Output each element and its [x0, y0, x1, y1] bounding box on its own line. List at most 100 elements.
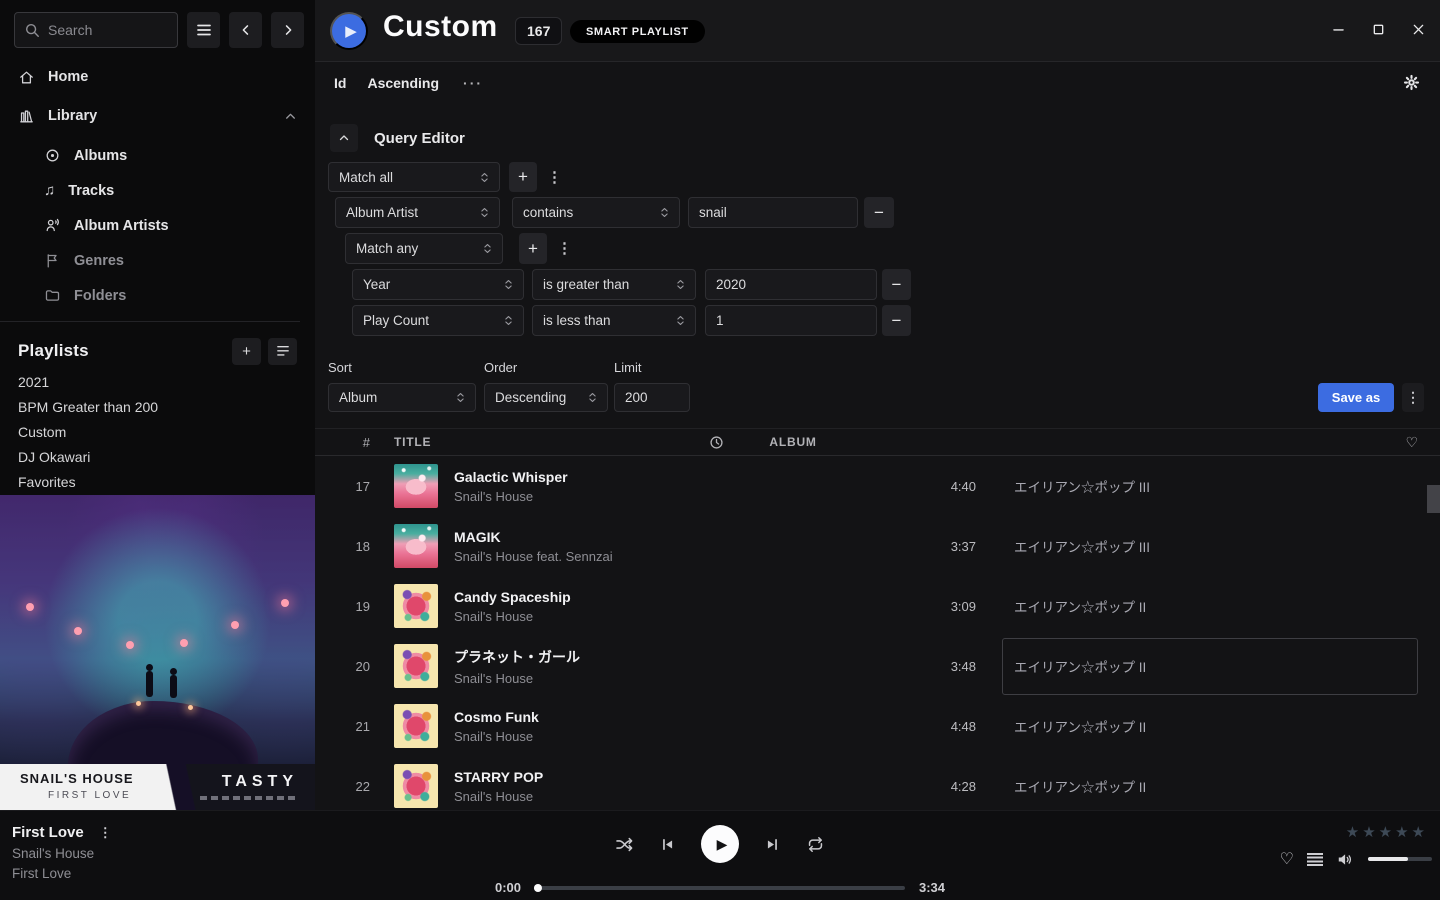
rule-operator-select[interactable]: is less than — [532, 305, 696, 336]
previous-track-button[interactable] — [659, 836, 676, 853]
rule-field-select[interactable]: Album Artist — [335, 197, 500, 228]
group-match-type-select[interactable]: Match any — [345, 233, 503, 264]
sidebar-item-albums[interactable]: Albums — [0, 138, 315, 173]
minimize-button[interactable] — [1331, 22, 1346, 37]
progress-knob[interactable] — [534, 884, 542, 892]
remove-rule-button[interactable]: − — [882, 305, 911, 336]
track-album-cell[interactable]: エイリアン☆ポップ III — [1002, 518, 1418, 575]
track-row[interactable]: 19 Candy Spaceship Snail's House 3:09 エイ… — [315, 576, 1440, 636]
star-icon[interactable]: ★ — [1379, 823, 1392, 841]
forward-button[interactable] — [271, 12, 304, 48]
column-header-title[interactable]: TITLE — [394, 435, 431, 449]
play-playlist-button[interactable]: ▶ — [330, 12, 368, 50]
rule-operator-select[interactable]: contains — [512, 197, 680, 228]
limit-input[interactable] — [614, 383, 690, 412]
add-rule-button[interactable]: + — [509, 162, 537, 192]
brand-sub-decoration — [200, 796, 296, 800]
rule-group-menu-button[interactable]: ⋮ — [547, 168, 562, 186]
column-header-duration[interactable] — [662, 435, 732, 450]
rule-field-select[interactable]: Play Count — [352, 305, 524, 336]
column-header-album[interactable]: ALBUM — [758, 435, 1174, 449]
more-options-button[interactable]: ··· — [463, 75, 483, 91]
now-playing-cover-art[interactable]: SNAIL'S HOUSE FIRST LOVE TASTY — [0, 495, 315, 810]
favorite-button[interactable]: ♡ — [1280, 849, 1294, 869]
track-album-cell[interactable]: エイリアン☆ポップ II — [1002, 758, 1418, 811]
star-icon[interactable]: ★ — [1412, 823, 1425, 841]
track-duration: 3:37 — [906, 539, 976, 554]
sidebar-item-home[interactable]: Home — [0, 62, 315, 92]
collapse-query-editor-button[interactable] — [330, 124, 358, 152]
sort-order-button[interactable]: Ascending — [367, 75, 439, 91]
rule-value-input[interactable] — [705, 305, 877, 336]
playlist-list-button[interactable] — [268, 338, 297, 365]
add-rule-button[interactable]: + — [519, 233, 547, 264]
sidebar-item-library[interactable]: Library — [0, 101, 315, 131]
column-header-index[interactable]: # — [315, 435, 370, 450]
rule-value-input[interactable] — [688, 197, 858, 228]
order-select[interactable]: Descending — [484, 383, 608, 412]
track-duration: 3:09 — [906, 599, 976, 614]
track-row[interactable]: 20 プラネット・ガール Snail's House 3:48 エイリアン☆ポッ… — [315, 636, 1440, 696]
limit-label: Limit — [614, 360, 641, 375]
rule-operator-select[interactable]: is greater than — [532, 269, 696, 300]
sidebar-item-folders[interactable]: Folders — [0, 278, 315, 313]
save-as-button[interactable]: Save as — [1318, 383, 1394, 412]
playlist-item[interactable]: Favorites — [0, 469, 315, 494]
menu-button[interactable] — [187, 12, 220, 48]
close-button[interactable] — [1411, 22, 1426, 37]
rule-value-input[interactable] — [705, 269, 877, 300]
back-button[interactable] — [229, 12, 262, 48]
play-pause-button[interactable]: ▶ — [701, 825, 739, 863]
playlist-item[interactable]: Custom — [0, 419, 315, 444]
star-icon[interactable]: ★ — [1362, 823, 1375, 841]
search-input[interactable] — [48, 22, 168, 38]
track-album-cell[interactable]: エイリアン☆ポップ II — [1002, 698, 1418, 755]
remove-rule-button[interactable]: − — [864, 197, 894, 228]
search-box[interactable] — [14, 12, 178, 48]
volume-icon[interactable] — [1336, 850, 1355, 869]
sidebar-item-tracks[interactable]: ♫ Tracks — [0, 173, 315, 208]
column-header-favorite[interactable]: ♡ — [1405, 434, 1418, 451]
heart-icon: ♡ — [1405, 434, 1418, 450]
track-row[interactable]: 21 Cosmo Funk Snail's House 4:48 エイリアン☆ポ… — [315, 696, 1440, 756]
match-type-select[interactable]: Match all — [328, 162, 500, 192]
track-album-cell[interactable]: エイリアン☆ポップ II — [1002, 578, 1418, 635]
now-playing-menu-button[interactable]: ⋮ — [99, 825, 112, 841]
playlist-item[interactable]: BPM Greater than 200 — [0, 394, 315, 419]
album-art-thumbnail — [394, 704, 438, 748]
track-row[interactable]: 18 MAGIK Snail's House feat. Sennzai 3:3… — [315, 516, 1440, 576]
add-playlist-button[interactable]: + — [232, 338, 261, 365]
sidebar-item-genres[interactable]: Genres — [0, 243, 315, 278]
volume-slider[interactable] — [1368, 857, 1432, 861]
track-row[interactable]: 22 STARRY POP Snail's House 4:28 エイリアン☆ポ… — [315, 756, 1440, 810]
track-number: 19 — [315, 599, 370, 614]
sort-field-button[interactable]: Id — [334, 75, 346, 91]
library-icon — [18, 108, 35, 125]
playlist-label: BPM Greater than 200 — [18, 399, 158, 415]
playlist-item[interactable]: 2021 — [0, 369, 315, 394]
chevron-up-icon[interactable] — [284, 110, 297, 123]
gear-icon — [1403, 74, 1420, 91]
scrollbar-thumb[interactable] — [1427, 485, 1440, 513]
track-row[interactable]: 17 Galactic Whisper Snail's House 4:40 エ… — [315, 456, 1440, 516]
remove-rule-button[interactable]: − — [882, 269, 911, 300]
save-menu-button[interactable]: ⋮ — [1402, 383, 1424, 412]
sidebar-item-album-artists[interactable]: Album Artists — [0, 208, 315, 243]
settings-button[interactable] — [1403, 74, 1420, 91]
shuffle-button[interactable] — [615, 835, 634, 854]
sort-select[interactable]: Album — [328, 383, 476, 412]
repeat-button[interactable] — [806, 835, 825, 854]
maximize-button[interactable] — [1371, 22, 1386, 37]
rule-group-menu-button[interactable]: ⋮ — [557, 239, 572, 257]
track-album-cell[interactable]: エイリアン☆ポップ III — [1002, 458, 1418, 515]
track-album-cell[interactable]: エイリアン☆ポップ II — [1002, 638, 1418, 695]
progress-slider[interactable] — [535, 886, 905, 890]
star-icon[interactable]: ★ — [1395, 823, 1408, 841]
playlist-item[interactable]: DJ Okawari — [0, 444, 315, 469]
select-spinner-icon — [483, 242, 492, 255]
queue-icon[interactable] — [1307, 853, 1323, 866]
next-track-button[interactable] — [764, 836, 781, 853]
smart-playlist-label: SMART PLAYLIST — [586, 26, 689, 38]
star-icon[interactable]: ★ — [1346, 823, 1359, 841]
rule-field-select[interactable]: Year — [352, 269, 524, 300]
